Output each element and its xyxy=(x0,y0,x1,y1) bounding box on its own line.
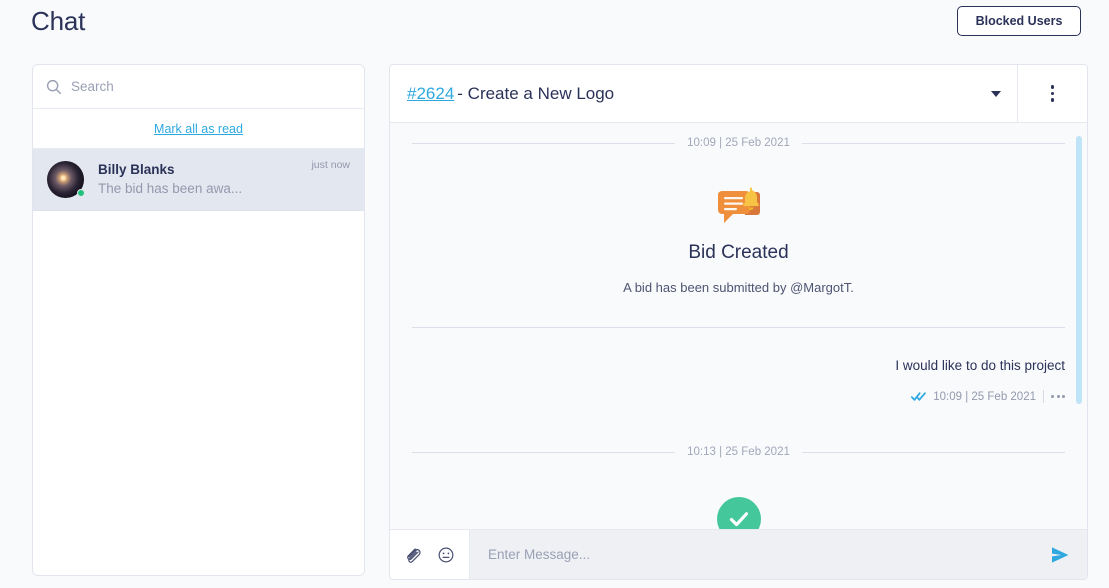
send-icon xyxy=(1052,546,1069,563)
conversation-sidebar: Mark all as read Billy Blanks The bid ha… xyxy=(32,64,365,576)
message-meta: 10:09 | 25 Feb 2021 xyxy=(412,390,1065,403)
page-header: Chat Blocked Users xyxy=(0,0,1109,52)
bid-created-icon xyxy=(717,187,760,223)
check-glyph xyxy=(729,512,748,527)
composer-tools xyxy=(390,530,470,579)
chevron-down-icon[interactable] xyxy=(991,90,1001,97)
search-icon xyxy=(46,79,62,94)
message-scrollbar-thumb[interactable] xyxy=(1076,136,1082,404)
message-outgoing: I would like to do this project 10:09 | … xyxy=(412,328,1065,403)
system-message-subtitle: A bid has been submitted by @MargotT. xyxy=(623,280,854,295)
mark-all-read-row: Mark all as read xyxy=(33,109,364,149)
mark-all-as-read-link[interactable]: Mark all as read xyxy=(154,122,243,136)
list-item-text: Billy Blanks The bid has been awa... xyxy=(98,161,311,198)
paperclip-icon[interactable] xyxy=(405,546,423,564)
message-timestamp: just now xyxy=(311,159,350,171)
message-composer xyxy=(390,529,1087,579)
message-preview: The bid has been awa... xyxy=(98,181,243,196)
search-input[interactable] xyxy=(71,79,352,94)
chat-header: #2624 - Create a New Logo xyxy=(390,65,1087,123)
ticket-title: - Create a New Logo xyxy=(457,83,615,103)
divider-line-right xyxy=(801,142,1065,144)
day-divider-label: 10:13 | 25 Feb 2021 xyxy=(687,446,790,458)
ticket-number-link[interactable]: #2624 xyxy=(407,84,454,104)
system-message-bid-created: Bid Created A bid has been submitted by … xyxy=(412,154,1065,319)
meta-divider xyxy=(1043,390,1044,403)
double-check-icon xyxy=(911,392,927,401)
chat-panel: #2624 - Create a New Logo 10:09 | 25 Feb… xyxy=(389,64,1088,580)
page-title: Chat xyxy=(31,6,86,36)
more-vertical-icon[interactable] xyxy=(1018,65,1087,122)
divider-line-right xyxy=(801,451,1065,453)
contact-name: Billy Blanks xyxy=(98,162,175,177)
divider-line-left xyxy=(412,142,676,144)
chat-header-title-area: #2624 - Create a New Logo xyxy=(390,65,1018,122)
check-circle-icon xyxy=(716,497,761,530)
message-input[interactable] xyxy=(488,547,1015,562)
list-item[interactable]: Billy Blanks The bid has been awa... jus… xyxy=(33,149,364,211)
message-scrollbar-track xyxy=(1076,136,1082,518)
blocked-users-button[interactable]: Blocked Users xyxy=(957,6,1081,36)
message-body: I would like to do this project xyxy=(895,358,1065,373)
send-button[interactable] xyxy=(1033,530,1087,579)
message-timestamp: 10:09 | 25 Feb 2021 xyxy=(933,390,1036,403)
online-status-dot xyxy=(77,189,85,197)
message-input-wrapper xyxy=(470,530,1033,579)
day-divider-label: 10:09 | 25 Feb 2021 xyxy=(687,137,790,149)
emoji-icon[interactable] xyxy=(437,546,455,564)
system-message-title: Bid Created xyxy=(688,242,789,263)
search-bar xyxy=(33,65,364,109)
more-horizontal-icon[interactable] xyxy=(1051,395,1065,398)
message-list: 10:09 | 25 Feb 2021 Bid Created A bid ha… xyxy=(390,123,1087,530)
day-divider: 10:09 | 25 Feb 2021 xyxy=(412,132,1065,154)
day-divider: 10:13 | 25 Feb 2021 xyxy=(412,441,1065,463)
avatar xyxy=(47,161,85,198)
divider-line-left xyxy=(412,451,676,453)
